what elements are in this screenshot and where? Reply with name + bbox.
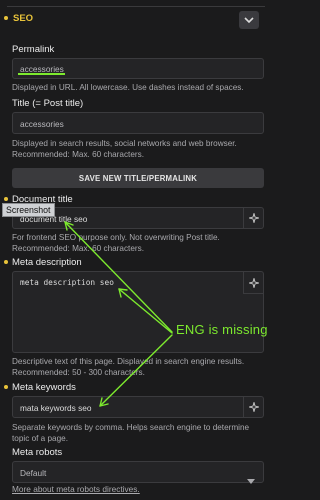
permalink-input[interactable]: accessories <box>12 58 264 79</box>
translate-button[interactable] <box>243 272 263 294</box>
collapse-button[interactable] <box>239 11 259 29</box>
seo-section-header[interactable]: SEO <box>7 6 265 30</box>
sparkle-icon <box>248 277 259 288</box>
title-value: accessories <box>20 119 64 129</box>
meta-keywords-help: Separate keywords by comma. Helps search… <box>12 423 250 443</box>
document-title-help: For frontend SEO purpose only. Not overw… <box>12 233 220 253</box>
annotation-underline <box>18 73 65 75</box>
caret-down-icon <box>247 471 255 489</box>
sparkle-icon <box>248 213 259 223</box>
permalink-help: Displayed in URL. All lowercase. Use das… <box>12 83 244 92</box>
translate-button[interactable] <box>243 397 263 417</box>
meta-description-value: meta description seo <box>20 278 114 287</box>
meta-keywords-input[interactable]: mata keywords seo <box>12 396 264 418</box>
section-indicator-dot <box>4 16 8 20</box>
title-input[interactable]: accessories <box>12 112 264 134</box>
meta-robots-select[interactable]: Default <box>12 461 264 484</box>
title-help: Displayed in search results, social netw… <box>12 139 237 159</box>
section-title: SEO <box>13 13 34 24</box>
meta-robots-help-link[interactable]: More about meta robots directives. <box>12 484 140 494</box>
meta-description-help: Descriptive text of this page. Displayed… <box>12 357 245 377</box>
chevron-down-icon <box>244 16 254 23</box>
permalink-label: Permalink <box>12 44 55 55</box>
meta-description-textarea[interactable]: meta description seo <box>12 271 264 353</box>
seo-panel: SEO Permalink accessories Displayed in U… <box>0 0 268 500</box>
annotation-label: ENG is missing <box>176 322 268 337</box>
meta-robots-label: Meta robots <box>12 447 63 458</box>
meta-description-label: Meta description <box>12 257 82 268</box>
field-indicator-dot <box>4 260 8 264</box>
sparkle-icon <box>248 402 259 412</box>
translate-button[interactable] <box>243 208 263 228</box>
title-label: Title (= Post title) <box>12 98 84 109</box>
meta-keywords-label: Meta keywords <box>12 382 76 393</box>
screenshot-tooltip: Screenshot <box>2 203 55 217</box>
meta-keywords-value: mata keywords seo <box>20 403 92 413</box>
save-title-permalink-button[interactable]: SAVE NEW TITLE/PERMALINK <box>12 168 264 188</box>
field-indicator-dot <box>4 385 8 389</box>
meta-robots-selected: Default <box>20 468 47 478</box>
field-indicator-dot <box>4 197 8 201</box>
